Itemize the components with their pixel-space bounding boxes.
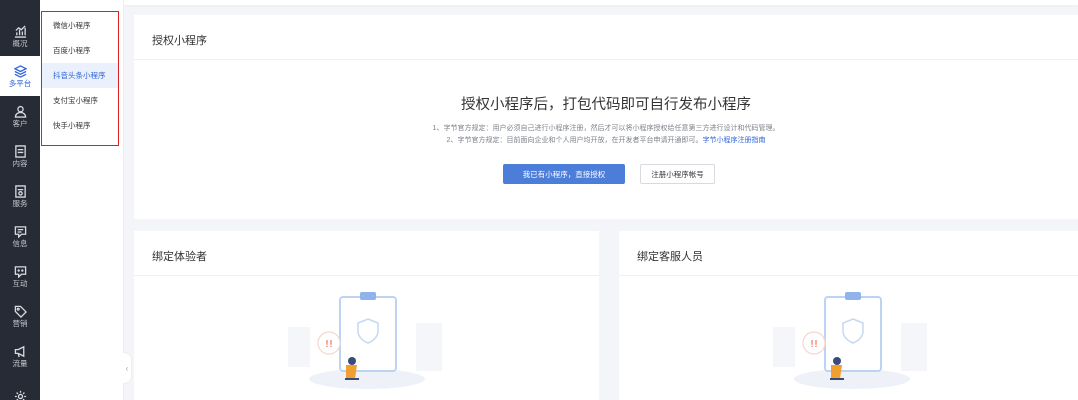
nav-item-label: 内容 (12, 158, 28, 168)
top-strip (124, 0, 1078, 5)
layers-icon (13, 64, 27, 78)
nav-item-service[interactable]: 服务 (0, 176, 40, 216)
authorize-headline: 授权小程序后，打包代码即可自行发布小程序 (461, 97, 751, 113)
interact-icon (14, 265, 26, 278)
tag-icon (14, 305, 27, 318)
nav-item-label: 概况 (12, 38, 28, 48)
nav-item-label: 营销 (12, 318, 28, 328)
document-icon (14, 145, 26, 158)
nav-item-label: 多平台 (8, 78, 32, 88)
authorize-existing-button[interactable]: 我已有小程序，直接授权 (503, 164, 625, 184)
message-icon (14, 225, 26, 238)
svg-text:!!: !! (325, 339, 333, 350)
nav-item-info[interactable]: 信息 (0, 216, 40, 256)
nav-item-label: 互动 (12, 278, 28, 288)
nav-item-label: 流量 (12, 358, 28, 368)
nav-item-label: 信息 (12, 238, 28, 248)
gear-icon (14, 390, 26, 400)
megaphone-icon (14, 345, 24, 357)
nav-item-multi-platform[interactable]: 多平台 (0, 56, 40, 96)
nav-item-settings[interactable] (0, 376, 40, 400)
nav-item-content[interactable]: 内容 (0, 136, 40, 176)
collapse-sidebar-button[interactable]: ‹ (123, 352, 132, 384)
authorize-card: 授权小程序 授权小程序后，打包代码即可自行发布小程序 1、字节官方规定：用户必须… (134, 15, 1078, 219)
nav-item-interact[interactable]: 互动 (0, 256, 40, 296)
bind-service-card: 绑定客服人员 !! (619, 231, 1078, 400)
bind-tester-card: 绑定体验者 !! (134, 231, 599, 400)
card-title: 授权小程序 (152, 35, 207, 47)
register-account-button[interactable]: 注册小程序帐号 (640, 164, 715, 184)
divider (134, 275, 599, 276)
nav-item-overview[interactable]: 概况 (0, 16, 40, 56)
registration-guide-link[interactable]: 字节小程序注册指南 (702, 137, 765, 144)
divider (619, 275, 1078, 276)
chart-icon (14, 25, 26, 38)
annotation-highlight-box (41, 11, 119, 146)
rule-note-2: 2、字节官方规定：目前面向企业和个人用户均开放，在开发者平台申请开通即可。字节小… (134, 135, 1078, 145)
card-title: 绑定体验者 (152, 251, 207, 263)
empty-state-illustration: !! (773, 292, 927, 389)
rule-note-2-text: 2、字节官方规定：目前面向企业和个人用户均开放，在开发者平台申请开通即可。 (446, 137, 703, 144)
nav-item-customer[interactable]: 客户 (0, 96, 40, 136)
nav-item-label: 服务 (12, 198, 28, 208)
svg-text:!!: !! (810, 339, 818, 350)
divider (134, 59, 1078, 60)
service-icon (14, 185, 26, 198)
card-title: 绑定客服人员 (637, 251, 703, 263)
empty-state-illustration: !! (288, 292, 442, 389)
nav-item-label: 客户 (12, 118, 28, 128)
nav-item-traffic[interactable]: 流量 (0, 336, 40, 376)
user-icon (14, 105, 26, 118)
rule-note-1: 1、字节官方规定：用户必须自己进行小程序注册，然后才可以将小程序授权给任意第三方… (432, 125, 780, 132)
nav-item-marketing[interactable]: 营销 (0, 296, 40, 336)
main-nav: 概况 多平台 客户 内容 服务 信息 互动 营销 流量 (0, 0, 40, 400)
